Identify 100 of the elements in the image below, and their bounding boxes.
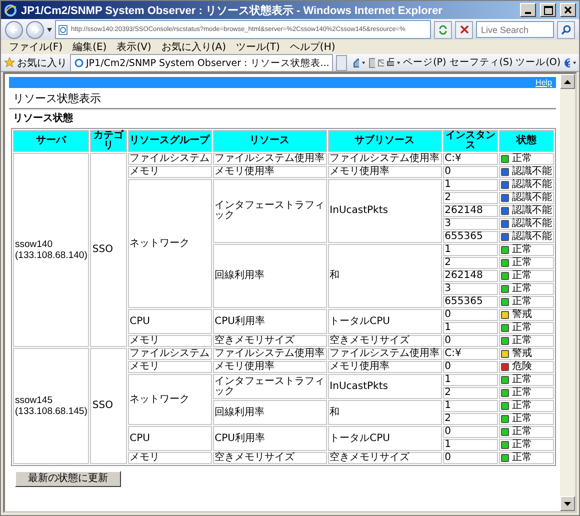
table-cell: 262148 bbox=[442, 270, 498, 282]
menu-item[interactable]: ヘルプ(H) bbox=[286, 40, 340, 54]
status-label: 正常 bbox=[512, 427, 532, 437]
refresh-icon bbox=[438, 24, 448, 34]
table-cell: CPU利用率 bbox=[212, 426, 327, 451]
forward-arrow-icon bbox=[30, 24, 40, 34]
table-cell: 262148 bbox=[442, 205, 498, 217]
menu-item[interactable]: ファイル(F) bbox=[5, 40, 67, 54]
status-label: 危険 bbox=[512, 362, 532, 372]
browser-tab[interactable]: JP1/Cm2/SNMP System Observer : リソース状態表... bbox=[70, 54, 334, 71]
table-cell: 1 bbox=[442, 439, 498, 451]
star-icon bbox=[4, 57, 15, 68]
printer-icon[interactable] bbox=[387, 58, 394, 68]
server-name: ssow140 bbox=[15, 239, 54, 250]
table-cell: メモリ bbox=[128, 452, 212, 464]
table-cell: 655365 bbox=[442, 231, 498, 243]
page-icon bbox=[74, 58, 84, 68]
column-header: 状態 bbox=[498, 130, 554, 152]
status-label: 正常 bbox=[512, 401, 532, 411]
table-cell: ファイルシステム使用率 bbox=[212, 153, 327, 165]
server-address: (133.108.68.145) bbox=[15, 406, 88, 417]
column-header: サーバ bbox=[13, 130, 90, 152]
table-cell: SSO bbox=[90, 153, 127, 347]
section-title: リソース状態 bbox=[13, 113, 73, 125]
table-cell: 0 bbox=[442, 335, 498, 347]
table-cell: メモリ bbox=[128, 335, 212, 347]
caret-icon bbox=[396, 60, 400, 64]
maximize-icon bbox=[544, 6, 552, 14]
column-header: サブリソース bbox=[328, 130, 442, 152]
status-label: 正常 bbox=[512, 414, 532, 424]
table-cell: InUcastPkts bbox=[328, 374, 442, 399]
search-icon bbox=[561, 24, 571, 34]
column-header: カテゴリ bbox=[90, 130, 127, 152]
table-cell: 0 bbox=[442, 309, 498, 321]
favorites-button[interactable]: お気に入り bbox=[4, 56, 67, 70]
table-cell: 1 bbox=[442, 179, 498, 191]
search-field[interactable]: Live Search bbox=[476, 21, 554, 38]
back-button[interactable] bbox=[5, 20, 23, 38]
status-label: 認識不能 bbox=[512, 167, 552, 177]
server-name: ssow145 bbox=[15, 395, 54, 406]
table-cell: インタフェーストラフィック bbox=[212, 374, 327, 399]
table-cell: CPU bbox=[128, 309, 212, 334]
back-arrow-icon bbox=[9, 24, 19, 34]
menu-item[interactable]: 表示(V) bbox=[112, 40, 156, 54]
status-label: 正常 bbox=[512, 297, 532, 307]
scrollbar[interactable] bbox=[560, 74, 575, 511]
table-cell: 0 bbox=[442, 166, 498, 178]
status-label: 認識不能 bbox=[512, 206, 552, 216]
page-title: リソース状態表示 bbox=[13, 92, 101, 105]
caret-icon bbox=[564, 80, 571, 84]
command-menu[interactable]: ページ(P) bbox=[403, 56, 446, 69]
status-label: 正常 bbox=[512, 245, 532, 255]
mail-icon[interactable] bbox=[378, 58, 384, 68]
close-icon bbox=[460, 25, 468, 34]
table-cell: C:¥ bbox=[442, 153, 498, 165]
caret-icon bbox=[572, 60, 576, 64]
table-cell: 空きメモリサイズ bbox=[212, 452, 327, 464]
table-cell: トータルCPU bbox=[328, 426, 442, 451]
table-cell: 2 bbox=[442, 413, 498, 425]
close-button[interactable] bbox=[560, 3, 576, 17]
caret-icon bbox=[564, 502, 571, 506]
status-label: 警戒 bbox=[512, 349, 532, 359]
caret-icon bbox=[47, 28, 52, 32]
table-cell: 2 bbox=[442, 192, 498, 204]
table-cell: ファイルシステム bbox=[128, 153, 212, 165]
refresh-button[interactable] bbox=[434, 20, 452, 38]
table-cell: メモリ使用率 bbox=[212, 166, 327, 178]
scroll-down-button[interactable] bbox=[560, 496, 575, 511]
minimize-button[interactable] bbox=[520, 3, 536, 17]
status-label: 正常 bbox=[512, 258, 532, 268]
menu-item[interactable]: 編集(E) bbox=[68, 40, 111, 54]
table-cell: 空きメモリサイズ bbox=[212, 335, 327, 347]
stop-button[interactable] bbox=[455, 20, 473, 38]
table-cell: 回線利用率 bbox=[212, 244, 327, 308]
status-label: 正常 bbox=[512, 453, 532, 463]
status-label: 認識不能 bbox=[512, 232, 552, 242]
status-label: 正常 bbox=[512, 375, 532, 385]
status-label: 認識不能 bbox=[512, 219, 552, 229]
status-label: 正常 bbox=[512, 154, 532, 164]
server-address: (133.108.68.140) bbox=[15, 250, 88, 261]
table-cell: 655365 bbox=[442, 296, 498, 308]
table-cell: トータルCPU bbox=[328, 309, 442, 334]
table-cell: インタフェーストラフィック bbox=[212, 179, 327, 243]
table-cell: メモリ使用率 bbox=[212, 361, 327, 373]
table-cell: メモリ使用率 bbox=[328, 361, 442, 373]
status-label: 認識不能 bbox=[512, 193, 552, 203]
caret-icon bbox=[362, 60, 366, 64]
scroll-up-button[interactable] bbox=[560, 74, 575, 89]
menu-item[interactable]: ツール(T) bbox=[232, 40, 284, 54]
forward-button[interactable] bbox=[26, 20, 44, 38]
maximize-button[interactable] bbox=[540, 3, 556, 17]
menu-item[interactable]: お気に入り(A) bbox=[157, 40, 230, 54]
refresh-status-button[interactable]: 最新の状態に更新 bbox=[15, 471, 121, 487]
table-cell: ファイルシステム使用率 bbox=[328, 153, 442, 165]
command-menu[interactable]: セーフティ(S) bbox=[449, 56, 513, 69]
command-menu[interactable]: ツール(O) bbox=[516, 56, 561, 69]
table-cell: SSO bbox=[90, 348, 127, 464]
search-button[interactable] bbox=[557, 20, 575, 38]
table-cell: ファイルシステム使用率 bbox=[212, 348, 327, 360]
table-cell: メモリ bbox=[128, 361, 212, 373]
